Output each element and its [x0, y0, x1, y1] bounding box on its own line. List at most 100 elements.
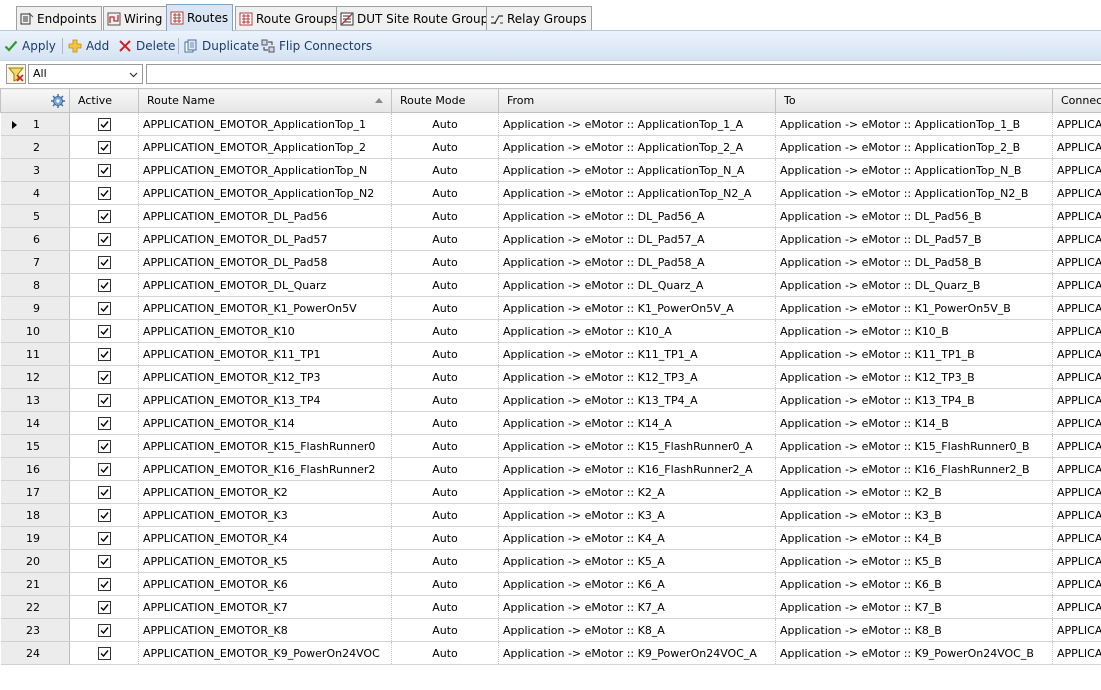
table-row[interactable]: 20 APPLICATION_EMOTOR_K5 Auto Application -… [0, 549, 1101, 573]
delete-button[interactable]: Delete [118, 37, 175, 54]
active-checkbox[interactable] [97, 140, 111, 154]
apply-button[interactable]: Apply [4, 37, 56, 54]
from-cell[interactable]: Application -> eMotor :: DL_Quarz_A [498, 273, 776, 297]
row-header[interactable]: 23 [0, 618, 70, 642]
from-cell[interactable]: Application -> eMotor :: K10_A [498, 319, 776, 343]
to-cell[interactable]: Application -> eMotor :: K14_B [775, 411, 1053, 435]
to-cell[interactable]: Application -> eMotor :: K3_B [775, 503, 1053, 527]
to-cell[interactable]: Application -> eMotor :: K9_PowerOn24VOC… [775, 641, 1053, 665]
row-header[interactable]: 21 [0, 572, 70, 596]
route-name-cell[interactable]: APPLICATION_EMOTOR_K8 [138, 618, 392, 642]
active-cell[interactable] [69, 319, 139, 343]
route-name-cell[interactable]: APPLICATION_EMOTOR_ApplicationTop_1 [138, 112, 392, 136]
from-cell[interactable]: Application -> eMotor :: ApplicationTop_… [498, 158, 776, 182]
row-header[interactable]: 19 [0, 526, 70, 550]
to-cell[interactable]: Application -> eMotor :: DL_Pad56_B [775, 204, 1053, 228]
table-row[interactable]: 6 APPLICATION_EMOTOR_DL_Pad57 Auto Applicat… [0, 227, 1101, 251]
from-cell[interactable]: Application -> eMotor :: K9_PowerOn24VOC… [498, 641, 776, 665]
route-mode-cell[interactable]: Auto [391, 112, 499, 136]
active-checkbox[interactable] [97, 232, 111, 246]
from-cell[interactable]: Application -> eMotor :: K6_A [498, 572, 776, 596]
table-row[interactable]: 3 APPLICATION_EMOTOR_ApplicationTop_N Auto… [0, 158, 1101, 182]
tab-wiring[interactable]: Wiring [103, 6, 168, 30]
route-mode-cell[interactable]: Auto [391, 434, 499, 458]
active-cell[interactable] [69, 112, 139, 136]
active-checkbox[interactable] [97, 347, 111, 361]
route-name-cell[interactable]: APPLICATION_EMOTOR_K13_TP4 [138, 388, 392, 412]
table-row[interactable]: 15 APPLICATION_EMOTOR_K15_FlashRunner0 Aut… [0, 434, 1101, 458]
active-cell[interactable] [69, 595, 139, 619]
row-header[interactable]: 20 [0, 549, 70, 573]
table-row[interactable]: 13 APPLICATION_EMOTOR_K13_TP4 Auto Applicat… [0, 388, 1101, 412]
active-cell[interactable] [69, 181, 139, 205]
connect-cell[interactable]: APPLICAT [1052, 319, 1101, 343]
active-cell[interactable] [69, 618, 139, 642]
route-mode-cell[interactable]: Auto [391, 411, 499, 435]
connect-cell[interactable]: APPLICAT [1052, 135, 1101, 159]
connect-cell[interactable]: APPLICAT [1052, 296, 1101, 320]
from-cell[interactable]: Application -> eMotor :: K1_PowerOn5V_A [498, 296, 776, 320]
route-mode-cell[interactable]: Auto [391, 480, 499, 504]
active-cell[interactable] [69, 135, 139, 159]
row-header[interactable]: 4 [0, 181, 70, 205]
active-checkbox[interactable] [97, 416, 111, 430]
connect-cell[interactable]: APPLICAT [1052, 158, 1101, 182]
gear-icon[interactable] [50, 93, 66, 109]
to-cell[interactable]: Application -> eMotor :: ApplicationTop_… [775, 112, 1053, 136]
connect-cell[interactable]: APPLICAT [1052, 204, 1101, 228]
active-checkbox[interactable] [97, 393, 111, 407]
to-cell[interactable]: Application -> eMotor :: K4_B [775, 526, 1053, 550]
active-cell[interactable] [69, 342, 139, 366]
row-header[interactable]: 15 [0, 434, 70, 458]
table-row[interactable]: 9 APPLICATION_EMOTOR_K1_PowerOn5V Auto Appl… [0, 296, 1101, 320]
to-cell[interactable]: Application -> eMotor :: K10_B [775, 319, 1053, 343]
route-name-cell[interactable]: APPLICATION_EMOTOR_DL_Quarz [138, 273, 392, 297]
route-name-cell[interactable]: APPLICATION_EMOTOR_K3 [138, 503, 392, 527]
row-header[interactable]: 7 [0, 250, 70, 274]
route-name-cell[interactable]: APPLICATION_EMOTOR_K10 [138, 319, 392, 343]
route-name-cell[interactable]: APPLICATION_EMOTOR_ApplicationTop_N [138, 158, 392, 182]
route-mode-cell[interactable]: Auto [391, 227, 499, 251]
connect-cell[interactable]: APPLICAT [1052, 411, 1101, 435]
to-cell[interactable]: Application -> eMotor :: ApplicationTop_… [775, 135, 1053, 159]
route-mode-cell[interactable]: Auto [391, 135, 499, 159]
filter-text-input[interactable] [146, 64, 1101, 84]
row-header[interactable]: 14 [0, 411, 70, 435]
route-name-cell[interactable]: APPLICATION_EMOTOR_K1_PowerOn5V [138, 296, 392, 320]
active-checkbox[interactable] [97, 646, 111, 660]
active-checkbox[interactable] [97, 531, 111, 545]
active-checkbox[interactable] [97, 278, 111, 292]
from-cell[interactable]: Application -> eMotor :: K15_FlashRunner… [498, 434, 776, 458]
connect-cell[interactable]: APPLICAT [1052, 181, 1101, 205]
route-name-cell[interactable]: APPLICATION_EMOTOR_K12_TP3 [138, 365, 392, 389]
route-name-cell[interactable]: APPLICATION_EMOTOR_DL_Pad58 [138, 250, 392, 274]
active-cell[interactable] [69, 457, 139, 481]
column-header-from[interactable]: From [498, 88, 776, 113]
active-cell[interactable] [69, 388, 139, 412]
from-cell[interactable]: Application -> eMotor :: ApplicationTop_… [498, 135, 776, 159]
to-cell[interactable]: Application -> eMotor :: DL_Quarz_B [775, 273, 1053, 297]
to-cell[interactable]: Application -> eMotor :: K5_B [775, 549, 1053, 573]
active-cell[interactable] [69, 158, 139, 182]
to-cell[interactable]: Application -> eMotor :: K11_TP1_B [775, 342, 1053, 366]
table-row[interactable]: 19 APPLICATION_EMOTOR_K4 Auto Application -… [0, 526, 1101, 550]
connect-cell[interactable]: APPLICAT [1052, 549, 1101, 573]
row-header[interactable]: 3 [0, 158, 70, 182]
from-cell[interactable]: Application -> eMotor :: K16_FlashRunner… [498, 457, 776, 481]
from-cell[interactable]: Application -> eMotor :: ApplicationTop_… [498, 181, 776, 205]
route-name-cell[interactable]: APPLICATION_EMOTOR_ApplicationTop_N2 [138, 181, 392, 205]
to-cell[interactable]: Application -> eMotor :: K2_B [775, 480, 1053, 504]
tab-routes[interactable]: Routes [166, 4, 234, 31]
table-row[interactable]: 21 APPLICATION_EMOTOR_K6 Auto Application -… [0, 572, 1101, 596]
from-cell[interactable]: Application -> eMotor :: K12_TP3_A [498, 365, 776, 389]
tab-endpoints[interactable]: Endpoints [16, 6, 102, 30]
row-header[interactable]: 5 [0, 204, 70, 228]
route-name-cell[interactable]: APPLICATION_EMOTOR_K7 [138, 595, 392, 619]
column-chooser-header[interactable] [0, 88, 70, 113]
add-button[interactable]: Add [68, 37, 109, 54]
connect-cell[interactable]: APPLICAT [1052, 434, 1101, 458]
route-mode-cell[interactable]: Auto [391, 549, 499, 573]
connect-cell[interactable]: APPLICAT [1052, 618, 1101, 642]
from-cell[interactable]: Application -> eMotor :: K4_A [498, 526, 776, 550]
route-name-cell[interactable]: APPLICATION_EMOTOR_K2 [138, 480, 392, 504]
